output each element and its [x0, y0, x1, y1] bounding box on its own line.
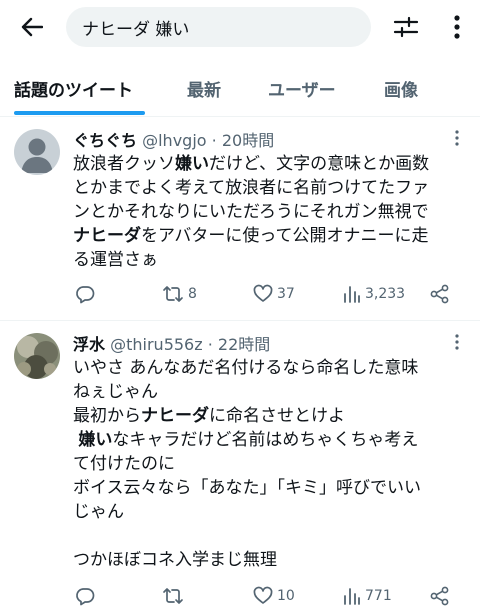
tab-people[interactable]: ユーザー	[268, 60, 336, 116]
text-segment: いやさ あんなあだ名付けるなら命名した意味	[73, 358, 419, 378]
text-segment: をアバターに使って公開オナニーに走	[141, 226, 429, 246]
tweet-text-line: つかほぼコネ入学まじ無理	[73, 548, 473, 572]
timestamp[interactable]: 22時間	[218, 335, 270, 354]
views-chart-icon	[344, 588, 360, 605]
share-button[interactable]	[430, 586, 450, 606]
views-button[interactable]: 3,233	[343, 284, 405, 304]
text-segment: つかほぼコネ入学まじ無理	[73, 550, 277, 570]
view-count: 3,233	[365, 286, 406, 302]
tweet-header: 浮水 @thiru556z · 22時間	[73, 331, 270, 355]
views-chart-icon	[344, 286, 360, 303]
tweet-text-line: いやさ あんなあだ名付けるなら命名した意味	[73, 356, 473, 380]
back-arrow-icon[interactable]	[14, 10, 50, 44]
text-segment: ンとかそれなりにいただろうにそれガン無視で	[73, 202, 429, 222]
retweet-count: 8	[188, 286, 197, 302]
text-segment: なキャラだけど名前はめちゃくちゃ考え	[112, 430, 419, 450]
heart-icon	[253, 586, 273, 604]
text-segment: ボイス云々なら「あなた」「キミ」呼びでいい	[73, 478, 421, 498]
text-segment: とかまでよく考えて放浪者に名前つけてたファ	[73, 178, 430, 198]
tweet-text-line: とかまでよく考えて放浪者に名前つけてたファ	[73, 176, 473, 200]
search-tabs: 話題のツイート 最新 ユーザー 画像	[0, 60, 480, 117]
highlighted-keyword: 嫌い	[78, 430, 113, 450]
text-segment: て付けたのに	[73, 454, 175, 474]
like-count: 37	[277, 286, 295, 302]
tweet-actions: 8 37 3,233	[73, 284, 463, 308]
text-segment: 最初から	[73, 406, 141, 426]
tweet-text-line	[73, 524, 473, 548]
retweet-icon	[163, 286, 183, 302]
search-input[interactable]: ナヒーダ 嫌い	[66, 7, 371, 47]
top-bar: ナヒーダ 嫌い	[0, 0, 480, 56]
views-button[interactable]: 771	[343, 586, 392, 606]
display-name[interactable]: 浮水	[73, 335, 105, 354]
tweet-text-line: る運営さぁ	[73, 248, 473, 272]
tweet-text-line: ねぇじゃん	[73, 380, 473, 404]
tweet-text: いやさ あんなあだ名付けるなら命名した意味 ねぇじゃん 最初からナヒーダに命名させと…	[73, 356, 473, 572]
handle[interactable]: @thiru556z	[110, 335, 203, 354]
text-segment: る運営さぁ	[73, 250, 158, 270]
more-icon[interactable]	[448, 333, 466, 351]
tweet-actions: 10 771	[73, 586, 463, 610]
retweet-button[interactable]	[162, 586, 188, 606]
tweet-text-line: ボイス云々なら「あなた」「キミ」呼びでいい	[73, 476, 473, 500]
tweet-text-line: 嫌いなキャラだけど名前はめちゃくちゃ考え	[73, 428, 473, 452]
more-icon[interactable]	[448, 129, 466, 147]
highlighted-keyword: ナヒーダ	[73, 226, 141, 246]
share-button[interactable]	[430, 284, 450, 304]
text-segment: 放浪者クッソ	[73, 154, 175, 174]
tweet-text-line: じゃん	[73, 500, 473, 524]
active-tab-indicator	[14, 111, 145, 115]
more-vertical-icon[interactable]	[442, 12, 472, 42]
tweet[interactable]: 浮水 @thiru556z · 22時間 いやさ あんなあだ名付けるなら命名した…	[0, 321, 480, 615]
tweet-text: 放浪者クッソ嫌いだけど、文字の意味とか画数 とかまでよく考えて放浪者に名前つけてた…	[73, 152, 473, 272]
tweet-text-line: ンとかそれなりにいただろうにそれガン無視で	[73, 200, 473, 224]
tweet-text-line: て付けたのに	[73, 452, 473, 476]
tweet-header: ぐちぐち @lhvgjo · 20時間	[73, 127, 274, 151]
tweet-text-line: ナヒーダをアバターに使って公開オナニーに走	[73, 224, 473, 248]
text-segment: に命名させとけよ	[209, 406, 345, 426]
reply-button[interactable]	[75, 284, 99, 304]
text-segment: だけど、文字の意味とか画数	[209, 154, 430, 174]
separator: ·	[207, 335, 213, 354]
separator: ·	[211, 131, 217, 150]
like-button[interactable]: 37	[253, 284, 295, 304]
search-query: ナヒーダ 嫌い	[82, 19, 190, 40]
view-count: 771	[365, 588, 392, 604]
display-name[interactable]: ぐちぐち	[73, 131, 137, 150]
reply-icon	[76, 286, 95, 304]
like-count: 10	[277, 588, 295, 604]
heart-icon	[253, 284, 273, 302]
tweet-text-line: 最初からナヒーダに命名させとけよ	[73, 404, 473, 428]
share-icon	[430, 284, 449, 304]
text-segment: ねぇじゃん	[73, 382, 158, 402]
like-button[interactable]: 10	[253, 586, 295, 606]
timestamp[interactable]: 20時間	[222, 131, 274, 150]
retweet-button[interactable]: 8	[162, 284, 197, 304]
handle[interactable]: @lhvgjo	[142, 131, 206, 150]
highlighted-keyword: 嫌い	[175, 154, 209, 174]
avatar[interactable]	[14, 129, 60, 175]
share-icon	[430, 586, 449, 606]
tab-top[interactable]: 話題のツイート	[14, 60, 133, 116]
avatar[interactable]	[14, 333, 60, 379]
tab-latest[interactable]: 最新	[187, 60, 221, 116]
text-segment: じゃん	[73, 502, 124, 522]
reply-button[interactable]	[75, 586, 99, 606]
retweet-icon	[163, 588, 183, 604]
reply-icon	[76, 588, 95, 606]
tweet-text-line: 放浪者クッソ嫌いだけど、文字の意味とか画数	[73, 152, 473, 176]
tab-media[interactable]: 画像	[384, 60, 418, 116]
filter-sliders-icon[interactable]	[390, 12, 422, 42]
tweet[interactable]: ぐちぐち @lhvgjo · 20時間 放浪者クッソ嫌いだけど、文字の意味とか画…	[0, 117, 480, 321]
highlighted-keyword: ナヒーダ	[141, 406, 209, 426]
